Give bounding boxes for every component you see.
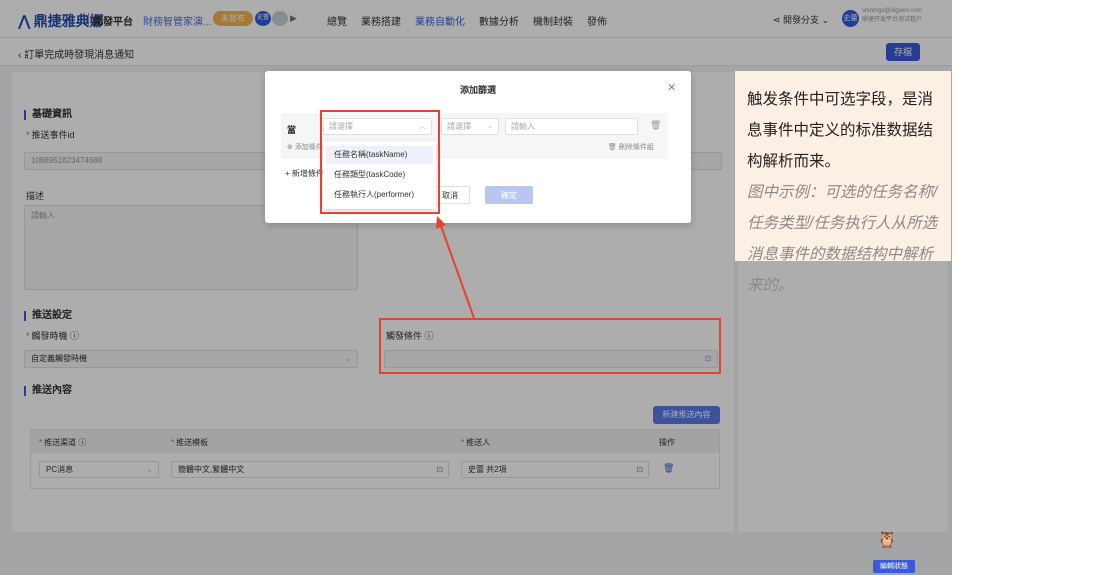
annotation-note: 触发条件中可选字段，是消息事件中定义的标准数据结构解析而来。 图中示例：可选的任… [735,71,951,294]
slide-margin [952,0,1106,575]
note-example-text: 图中示例：可选的任务名称/任务类型/任务执行人从所选消息事件的数据结构中解析来的… [747,184,938,294]
assistant-robot-icon[interactable]: 🦉 [868,530,906,550]
note-main-text: 触发条件中可选字段，是消息事件中定义的标准数据结构解析而来。 [747,91,934,170]
screen: ⋀ 鼎捷雅典娜 開發平台 財務智管家演... 未發布 史蕾 ▶ 總覽 業務搭建 業… [0,0,1106,575]
edit-status-button[interactable]: 編輯狀態 [873,560,915,573]
